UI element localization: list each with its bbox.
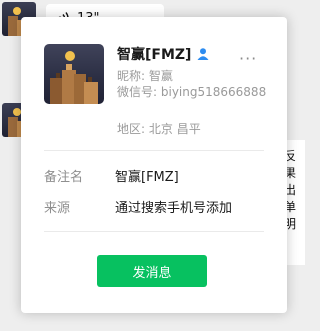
message-char: 单	[284, 200, 297, 214]
remark-value[interactable]: 智赢[FMZ]	[115, 166, 179, 185]
profile-name: 智赢[FMZ]	[117, 47, 192, 63]
send-message-button[interactable]: 发消息	[97, 255, 207, 287]
source-row: 来源 通过搜索手机号添加	[44, 197, 232, 216]
wechat-id-line: 微信号: biying518666888	[117, 84, 267, 100]
profile-avatar[interactable]	[44, 44, 104, 104]
profile-name-row: 智赢[FMZ]	[117, 44, 210, 64]
message-char: 反	[284, 149, 297, 163]
more-icon[interactable]: ···	[239, 49, 257, 68]
remark-label: 备注名	[44, 170, 84, 185]
divider	[44, 231, 264, 232]
message-char: 明	[284, 217, 297, 231]
remark-row: 备注名 智赢[FMZ]	[44, 166, 179, 185]
divider	[44, 150, 264, 151]
nickname-value: 智赢	[148, 69, 173, 83]
region-value: 北京 昌平	[148, 122, 201, 136]
nickname-label: 昵称:	[117, 69, 146, 83]
nickname-line: 昵称: 智赢	[117, 68, 173, 84]
region-label: 地区:	[117, 122, 146, 136]
source-value: 通过搜索手机号添加	[115, 201, 233, 216]
wechat-id-value: biying518666888	[160, 85, 267, 99]
message-char: 果	[284, 166, 297, 180]
person-icon	[196, 47, 210, 61]
contact-profile-card: 智赢[FMZ] ··· 昵称: 智赢 微信号: biying518666888 …	[21, 17, 287, 313]
message-char: 出	[284, 183, 297, 197]
source-label: 来源	[44, 201, 71, 216]
region-line: 地区: 北京 昌平	[117, 121, 201, 137]
wechat-id-label: 微信号:	[117, 85, 158, 99]
